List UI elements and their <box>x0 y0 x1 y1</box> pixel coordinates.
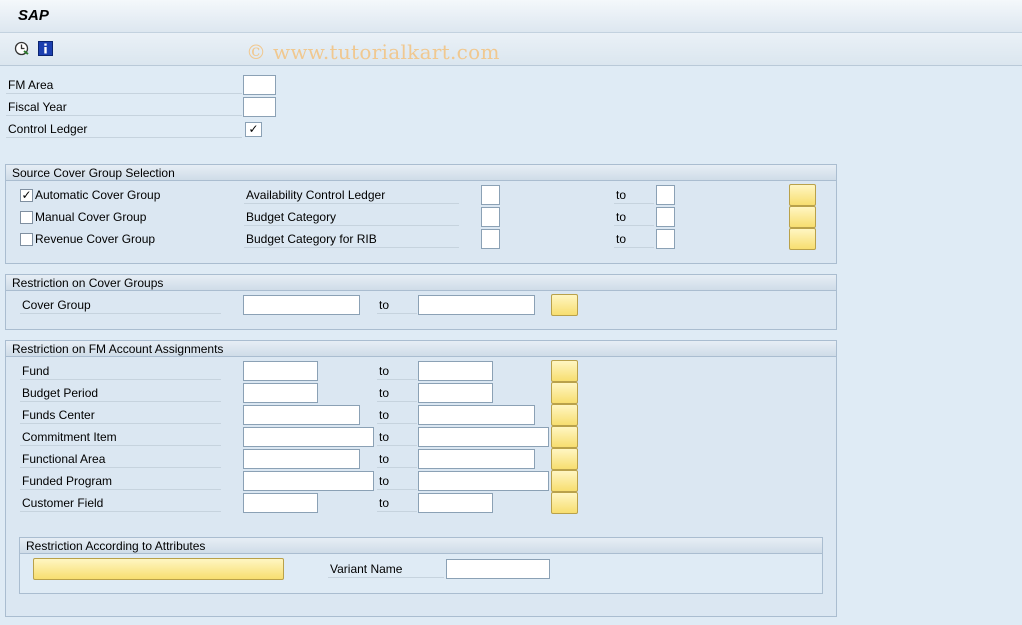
functional-area-to[interactable] <box>418 449 535 469</box>
group-title: Restriction on FM Account Assignments <box>6 341 836 357</box>
to-label: to <box>377 384 417 402</box>
manual-cover-group-checkbox[interactable] <box>20 211 33 224</box>
group-title: Source Cover Group Selection <box>6 165 836 181</box>
funded-program-from[interactable] <box>243 471 374 491</box>
revenue-cover-group-checkbox[interactable] <box>20 233 33 246</box>
automatic-cover-group-checkbox[interactable]: ✓ <box>20 189 33 202</box>
funded-program-label: Funded Program <box>20 472 221 490</box>
title-bar: SAP <box>0 0 1022 33</box>
group-title: Restriction on Cover Groups <box>6 275 836 291</box>
to-label: to <box>377 296 417 314</box>
to-label: to <box>614 230 654 248</box>
funds-center-from[interactable] <box>243 405 360 425</box>
watermark-text: © www.tutorialkart.com <box>246 40 500 64</box>
functional-area-label: Functional Area <box>20 450 221 468</box>
variant-name-label: Variant Name <box>328 560 444 578</box>
fm-area-label: FM Area <box>6 76 242 94</box>
to-label: to <box>614 186 654 204</box>
functional-area-from[interactable] <box>243 449 360 469</box>
info-icon[interactable] <box>38 41 53 56</box>
customer-field-label: Customer Field <box>20 494 221 512</box>
funds-center-label: Funds Center <box>20 406 221 424</box>
budget-category-to[interactable] <box>656 207 675 227</box>
automatic-cover-group-label: Automatic Cover Group <box>35 188 161 202</box>
multiple-selection-button[interactable] <box>551 382 578 404</box>
fm-area-input[interactable] <box>243 75 276 95</box>
revenue-cover-group-label: Revenue Cover Group <box>35 232 156 246</box>
to-label: to <box>377 450 417 468</box>
availability-control-ledger-label: Availability Control Ledger <box>244 186 459 204</box>
multiple-selection-button[interactable] <box>789 228 816 250</box>
cover-group-label: Cover Group <box>20 296 221 314</box>
multiple-selection-button[interactable] <box>551 404 578 426</box>
commitment-item-label: Commitment Item <box>20 428 221 446</box>
control-ledger-checkbox[interactable]: ✓ <box>245 122 262 137</box>
budget-category-rib-from[interactable] <box>481 229 500 249</box>
multiple-selection-button[interactable] <box>551 470 578 492</box>
multiple-selection-button[interactable] <box>789 184 816 206</box>
fund-from[interactable] <box>243 361 318 381</box>
app-title: SAP <box>18 7 49 24</box>
multiple-selection-button[interactable] <box>551 360 578 382</box>
budget-period-label: Budget Period <box>20 384 221 402</box>
to-label: to <box>377 472 417 490</box>
manual-cover-group-label: Manual Cover Group <box>35 210 147 224</box>
to-label: to <box>377 406 417 424</box>
budget-period-to[interactable] <box>418 383 493 403</box>
budget-period-from[interactable] <box>243 383 318 403</box>
funds-center-to[interactable] <box>418 405 535 425</box>
availability-control-ledger-from[interactable] <box>481 185 500 205</box>
control-ledger-label: Control Ledger <box>6 120 242 138</box>
multiple-selection-button[interactable] <box>551 448 578 470</box>
multiple-selection-button[interactable] <box>789 206 816 228</box>
funded-program-to[interactable] <box>418 471 549 491</box>
budget-category-from[interactable] <box>481 207 500 227</box>
budget-category-rib-to[interactable] <box>656 229 675 249</box>
commitment-item-from[interactable] <box>243 427 374 447</box>
multiple-selection-button[interactable] <box>551 426 578 448</box>
variant-name-input[interactable] <box>446 559 550 579</box>
to-label: to <box>377 428 417 446</box>
availability-control-ledger-to[interactable] <box>656 185 675 205</box>
multiple-selection-button[interactable] <box>551 294 578 316</box>
customer-field-from[interactable] <box>243 493 318 513</box>
fiscal-year-label: Fiscal Year <box>6 98 242 116</box>
to-label: to <box>377 362 417 380</box>
to-label: to <box>614 208 654 226</box>
to-label: to <box>377 494 417 512</box>
selection-screen: FM Area Fiscal Year Control Ledger ✓ Sou… <box>0 67 1022 625</box>
group-title: Restriction According to Attributes <box>20 538 822 554</box>
commitment-item-to[interactable] <box>418 427 549 447</box>
customer-field-to[interactable] <box>418 493 493 513</box>
application-toolbar: © www.tutorialkart.com <box>0 33 1022 66</box>
attributes-button[interactable] <box>33 558 284 580</box>
fiscal-year-input[interactable] <box>243 97 276 117</box>
multiple-selection-button[interactable] <box>551 492 578 514</box>
fund-label: Fund <box>20 362 221 380</box>
cover-group-from[interactable] <box>243 295 360 315</box>
fund-to[interactable] <box>418 361 493 381</box>
budget-category-rib-label: Budget Category for RIB <box>244 230 459 248</box>
cover-group-to[interactable] <box>418 295 535 315</box>
budget-category-label: Budget Category <box>244 208 459 226</box>
execute-clock-icon[interactable] <box>14 41 29 56</box>
